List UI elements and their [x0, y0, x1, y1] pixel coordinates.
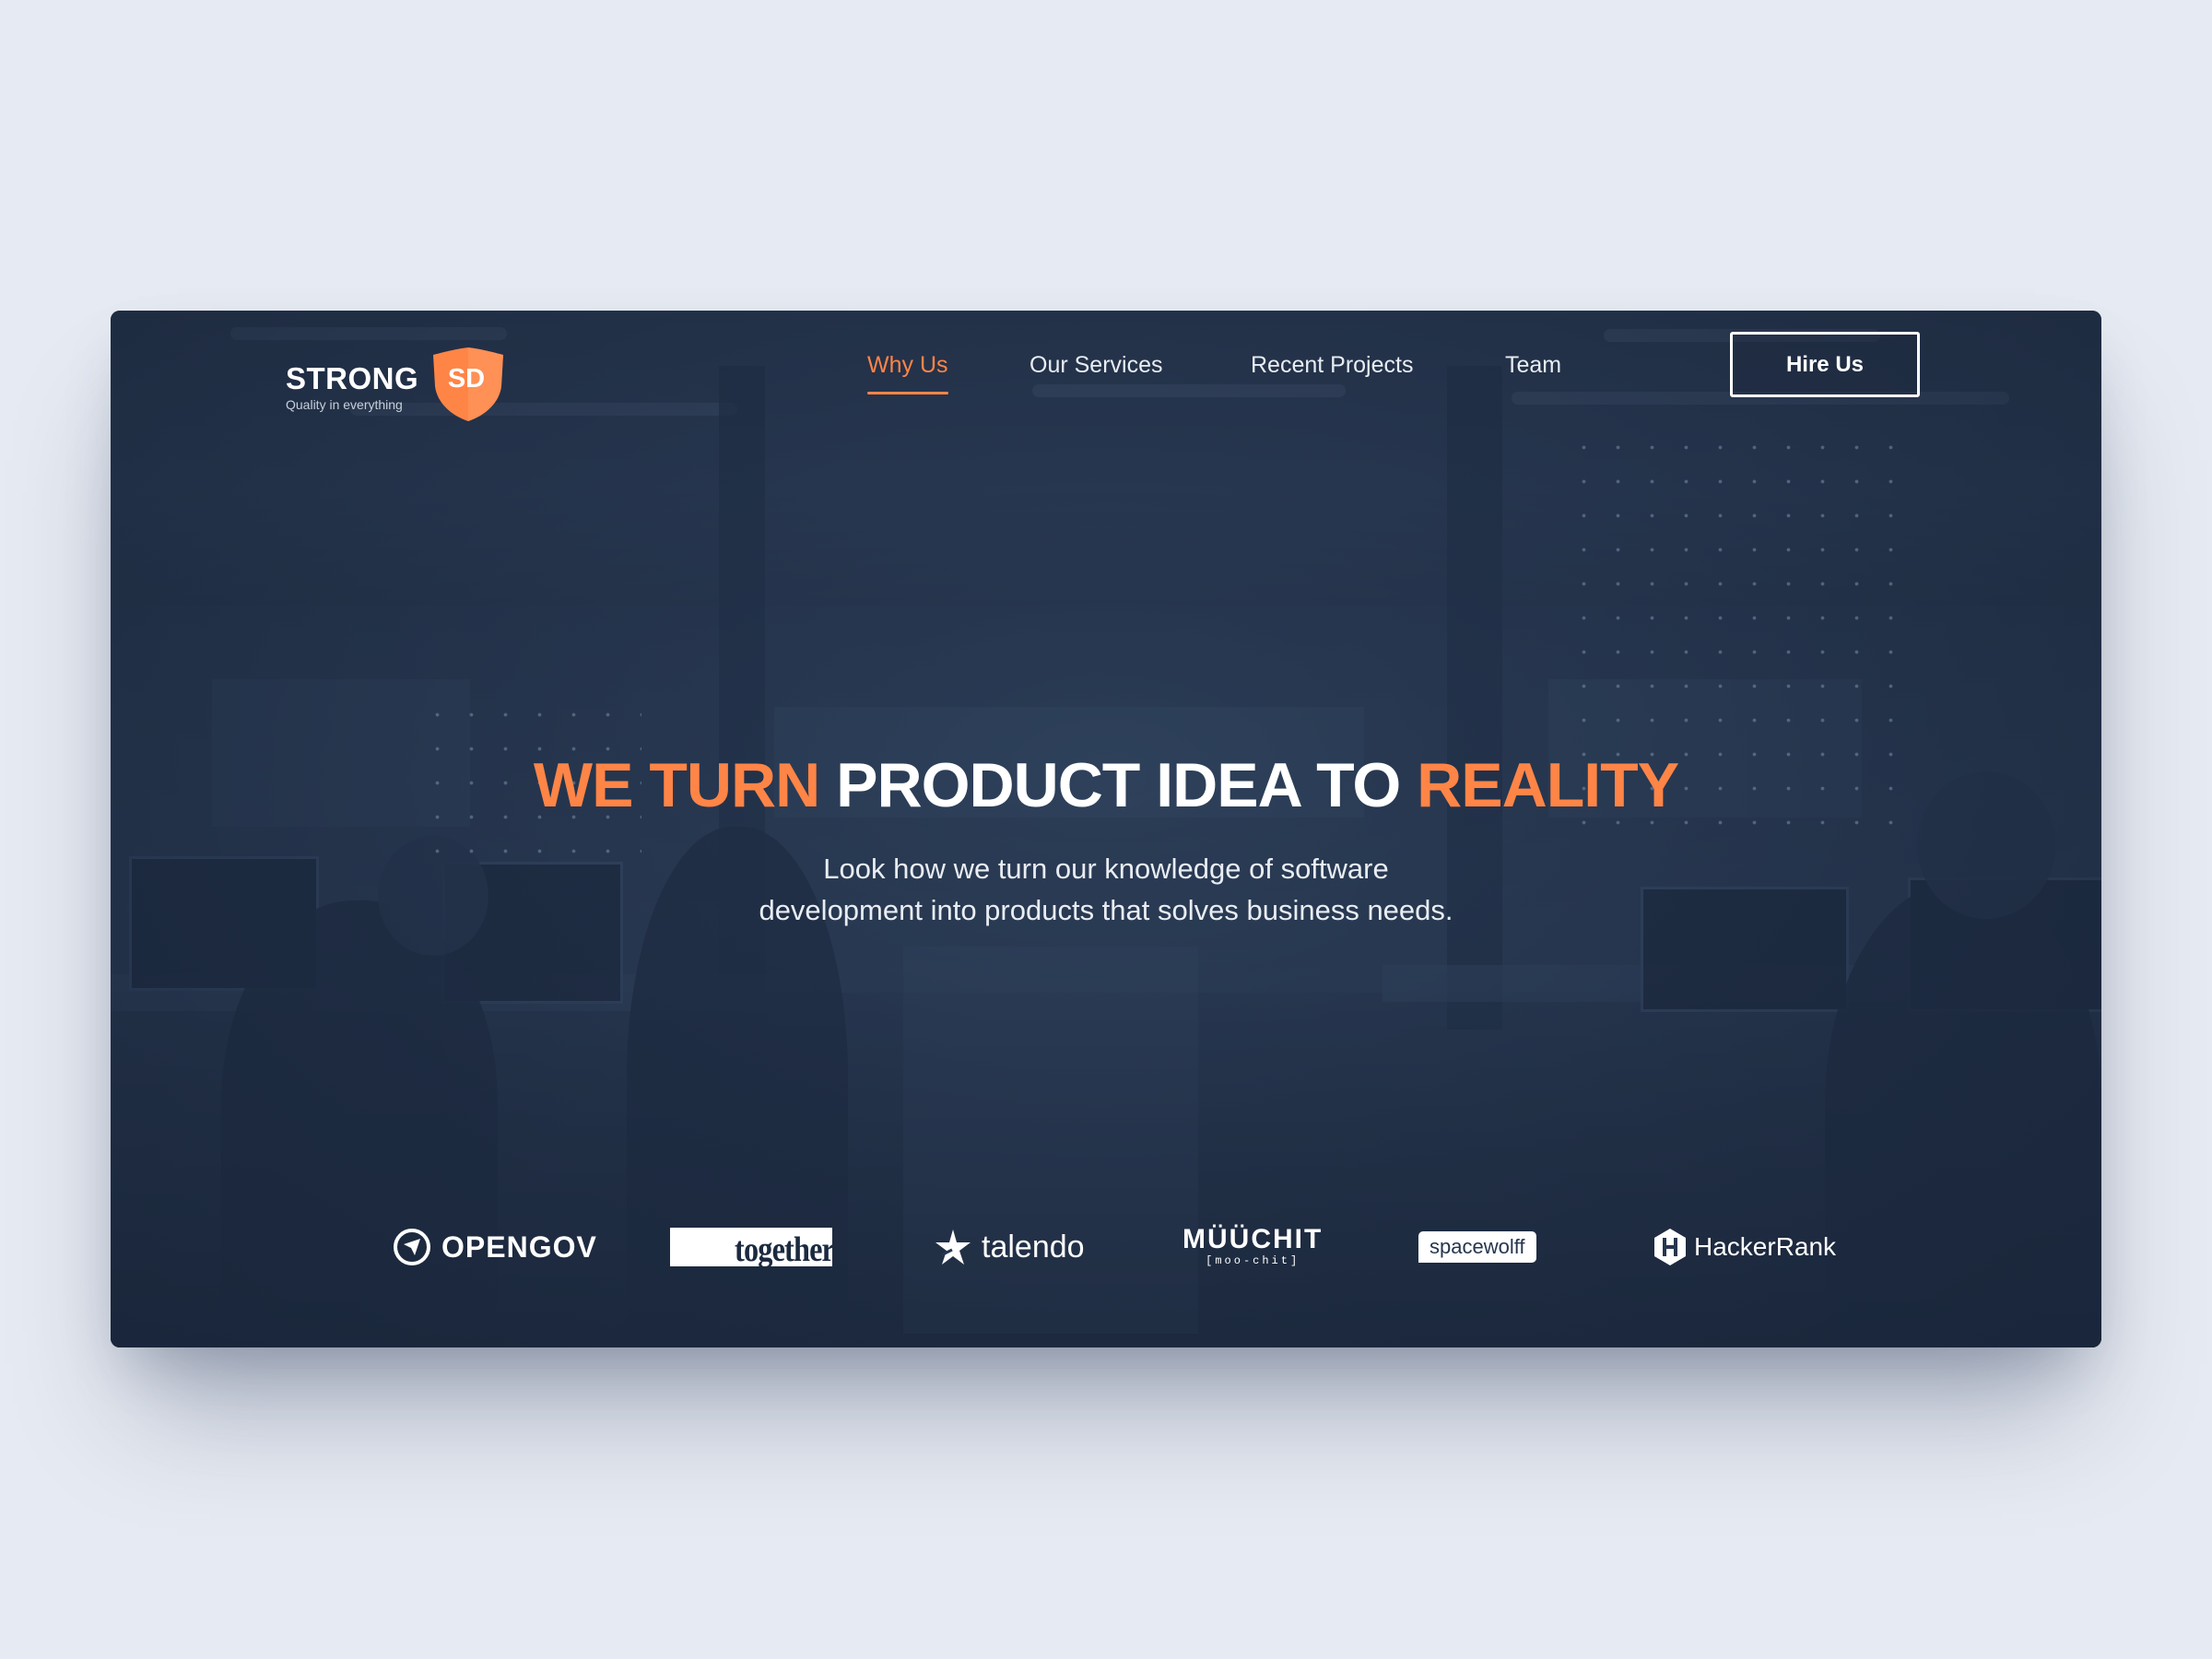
client-name: together [735, 1230, 832, 1266]
talendo-star-icon [935, 1230, 971, 1265]
client-name: OPENGOV [441, 1230, 597, 1264]
nav-item-label: Why Us [867, 352, 948, 378]
nav-item-why-us[interactable]: Why Us [867, 352, 948, 394]
brand-tagline: Quality in everything [286, 397, 403, 412]
together-logo: together [670, 1228, 832, 1266]
brand-name: STRONG [286, 361, 419, 395]
hero-title: WE TURN PRODUCT IDEA TO REALITY [111, 749, 2101, 821]
hero-subtitle-line2: development into products that solves bu… [759, 894, 1453, 926]
opengov-logo-icon [394, 1229, 430, 1265]
hire-us-button[interactable]: Hire Us [1730, 332, 1920, 397]
hero-subtitle: Look how we turn our knowledge of softwa… [737, 848, 1475, 931]
client-logo-muuchit[interactable]: MÜÜCHIT [moo-chit] [1182, 1223, 1323, 1271]
client-logo-spacewolff[interactable]: spacewolff [1418, 1223, 1536, 1271]
hero-section: STRONG Quality in everything SD Why Us O… [111, 311, 2101, 1347]
nav-item-label: Recent Projects [1251, 352, 1414, 378]
client-logo-opengov[interactable]: OPENGOV [392, 1223, 597, 1271]
client-pronunciation: [moo-chit] [1206, 1254, 1300, 1267]
muuchit-logo: MÜÜCHIT [moo-chit] [1182, 1226, 1323, 1268]
spacewolff-logo: spacewolff [1418, 1231, 1536, 1263]
hero-title-part3: REALITY [1417, 750, 1679, 820]
client-logo-together[interactable]: together [670, 1223, 832, 1271]
client-name: HackerRank [1694, 1232, 1837, 1261]
hero-title-part1: WE TURN [533, 750, 820, 820]
hero-subtitle-line1: Look how we turn our knowledge of softwa… [823, 853, 1389, 885]
nav-item-team[interactable]: Team [1505, 352, 1561, 379]
client-name: talendo [982, 1229, 1085, 1265]
nav-item-label: Team [1505, 352, 1562, 378]
active-nav-underline [867, 392, 948, 394]
hero-title-part2: PRODUCT IDEA TO [836, 750, 1401, 820]
nav-item-recent-projects[interactable]: Recent Projects [1251, 352, 1413, 379]
hackerrank-hex-icon [1654, 1229, 1686, 1265]
client-logo-talendo[interactable]: talendo [934, 1223, 1085, 1271]
brand-badge: SD [447, 364, 486, 394]
nav-item-our-services[interactable]: Our Services [1030, 352, 1162, 379]
nav-item-label: Our Services [1030, 352, 1163, 378]
client-name: MÜÜCHIT [1182, 1224, 1324, 1254]
brand-logo[interactable]: STRONG Quality in everything SD [286, 329, 507, 421]
client-logo-hackerrank[interactable]: HackerRank [1652, 1223, 1836, 1271]
